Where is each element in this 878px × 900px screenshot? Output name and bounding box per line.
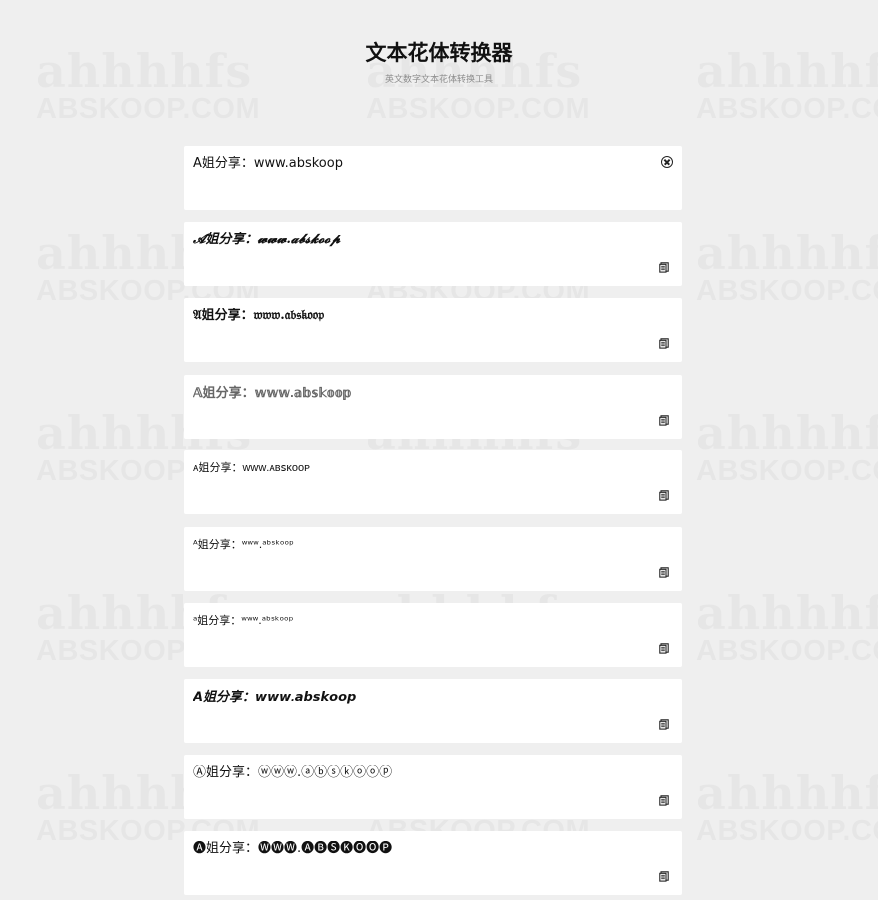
result-text: 𝔄姐分享：𝔴𝔴𝔴.𝔞𝔟𝔰𝔨𝔬𝔬𝔭: [193, 308, 325, 323]
copy-icon[interactable]: [659, 490, 669, 501]
watermark-top-text: ahhhhfs: [696, 770, 878, 816]
result-row: 𝔸姐分享：𝕨𝕨𝕨.𝕒𝕓𝕤𝕜𝕠𝕠𝕡: [184, 375, 682, 439]
page-subtitle: 英文数字文本花体转换工具: [384, 75, 493, 85]
input-wrapper[interactable]: [193, 156, 640, 172]
watermark: ahhhhfs ABSKOOP.COM: [696, 770, 878, 846]
result-row: 🅐姐分享：🅦🅦🅦.🅐🅑🅢🅚🅞🅞🅟: [184, 831, 682, 895]
text-input[interactable]: [193, 156, 640, 172]
watermark: ahhhhfs ABSKOOP.COM: [696, 230, 878, 306]
page-title: 文本花体转换器: [365, 41, 513, 65]
copy-icon[interactable]: [659, 795, 669, 806]
result-row: 𝘼姐分享：𝙬𝙬𝙬.𝙖𝙗𝙨𝙠𝙤𝙤𝙥: [184, 679, 682, 743]
copy-icon[interactable]: [659, 871, 669, 882]
result-text: Ⓐ姐分享：ⓦⓦⓦ.ⓐⓑⓢⓚⓞⓞⓟ: [193, 765, 393, 780]
copy-icon[interactable]: [659, 567, 669, 578]
result-text: 𝓐姐分享：𝔀𝔀𝔀.𝓪𝓫𝓼𝓴𝓸𝓸𝓹: [193, 232, 341, 247]
result-row: ᵃ姐分享：ʷʷʷ.ᵃᵇˢᵏᵒᵒᵖ: [184, 603, 682, 667]
result-text: 𝘼姐分享：𝙬𝙬𝙬.𝙖𝙗𝙨𝙠𝙤𝙤𝙥: [193, 689, 357, 704]
watermark-bottom-text: ABSKOOP.COM: [696, 276, 878, 306]
result-text: ᴀ姐分享：ᴡᴡᴡ.ᴀʙꜱᴋᴏᴏᴘ: [193, 462, 310, 474]
watermark-bottom-text: ABSKOOP.COM: [696, 636, 878, 666]
watermark-top-text: ahhhhfs: [696, 410, 878, 456]
input-row[interactable]: [184, 146, 682, 210]
result-text: ᴬ姐分享：ʷʷʷ.ᵃᵇˢᵏᵒᵒᵖ: [193, 538, 294, 551]
copy-icon[interactable]: [659, 643, 669, 654]
result-row: 𝓐姐分享：𝔀𝔀𝔀.𝓪𝓫𝓼𝓴𝓸𝓸𝓹: [184, 222, 682, 286]
converter-page: { "header": { "title": "文本花体转换器", "subti…: [0, 0, 878, 900]
watermark: ahhhhfs ABSKOOP.COM: [696, 590, 878, 666]
copy-icon[interactable]: [659, 262, 669, 273]
result-text: 𝔸姐分享：𝕨𝕨𝕨.𝕒𝕓𝕤𝕜𝕠𝕠𝕡: [193, 385, 352, 400]
watermark-bottom-text: ABSKOOP.COM: [696, 456, 878, 486]
copy-icon[interactable]: [659, 415, 669, 426]
watermark-bottom-text: ABSKOOP.COM: [696, 816, 878, 846]
copy-icon[interactable]: [659, 719, 669, 730]
result-row: Ⓐ姐分享：ⓦⓦⓦ.ⓐⓑⓢⓚⓞⓞⓟ: [184, 755, 682, 819]
result-text: ᵃ姐分享：ʷʷʷ.ᵃᵇˢᵏᵒᵒᵖ: [193, 614, 294, 627]
result-text: 🅐姐分享：🅦🅦🅦.🅐🅑🅢🅚🅞🅞🅟: [193, 841, 393, 856]
result-row: ᴀ姐分享：ᴡᴡᴡ.ᴀʙꜱᴋᴏᴏᴘ: [184, 450, 682, 514]
result-row: ᴬ姐分享：ʷʷʷ.ᵃᵇˢᵏᵒᵒᵖ: [184, 527, 682, 591]
watermark-top-text: ahhhhfs: [696, 230, 878, 276]
page-header: 文本花体转换器 英文数字文本花体转换工具: [0, 0, 878, 106]
result-row: 𝔄姐分享：𝔴𝔴𝔴.𝔞𝔟𝔰𝔨𝔬𝔬𝔭: [184, 298, 682, 362]
copy-icon[interactable]: [659, 338, 669, 349]
watermark-top-text: ahhhhfs: [696, 590, 878, 636]
circle-x-icon[interactable]: [661, 156, 673, 168]
watermark: ahhhhfs ABSKOOP.COM: [696, 410, 878, 486]
